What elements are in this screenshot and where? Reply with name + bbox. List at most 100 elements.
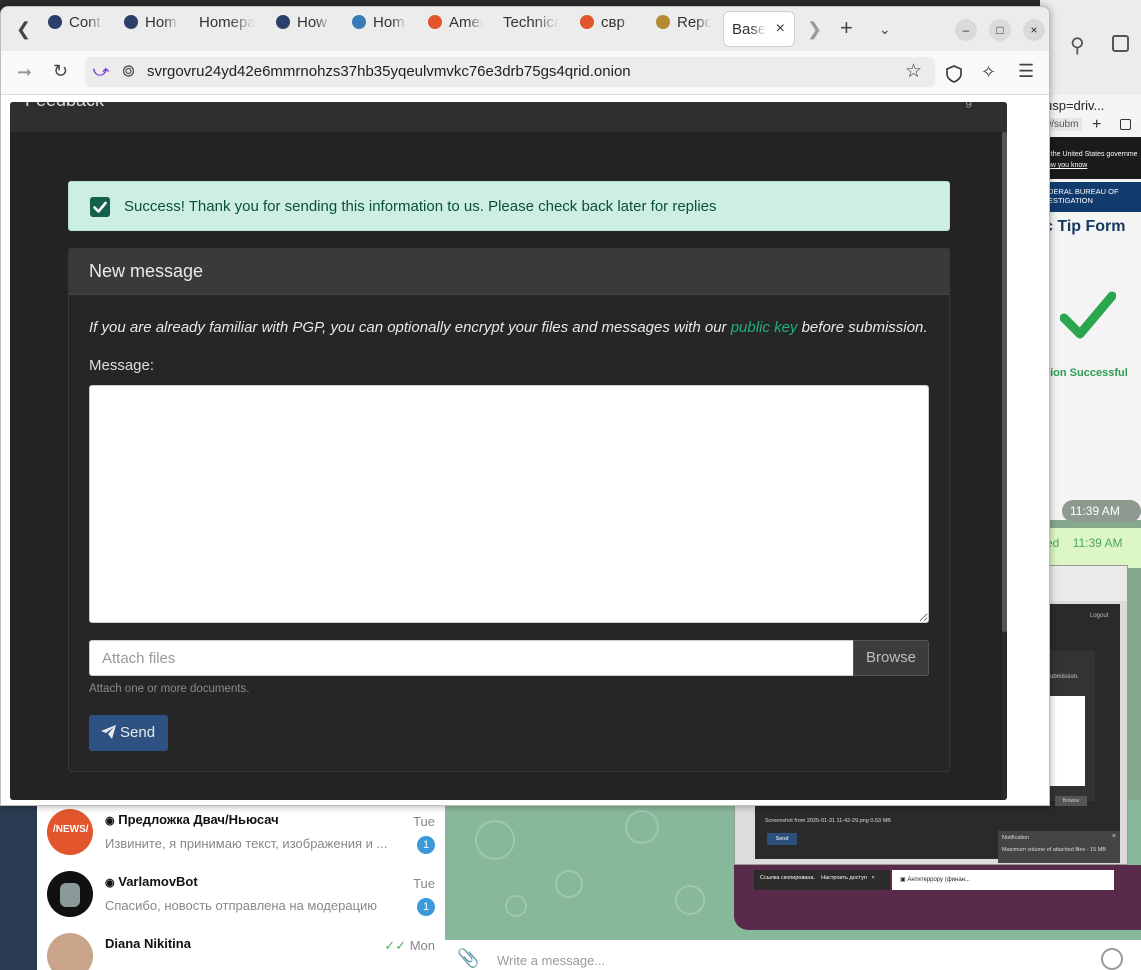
toast-text: Ссылка скопирована. [760,875,815,881]
tab[interactable]: Hom [124,14,179,47]
tip-form-title: c Tip Form [1044,218,1126,235]
new-tab-icon[interactable]: + [840,15,853,41]
sidebar-toggle-icon[interactable] [1112,35,1129,52]
bot-icon: ◉ [105,815,115,827]
file-chip[interactable]: ▣ Антитеррору (финан... [892,870,1114,890]
new-tab-icon[interactable]: + [1092,116,1101,134]
message-bubble: ed 11:39 AM [1040,528,1141,568]
tab[interactable]: Technica [503,14,559,47]
tab[interactable]: Hom [352,14,407,47]
attach-help-text: Attach one or more documents. [89,683,250,695]
reload-icon[interactable]: ↻ [53,61,68,82]
tab-scroll-right-icon[interactable]: ❯ [807,19,822,40]
public-key-link[interactable]: public key [731,319,798,336]
pgp-intro: If you are already familiar with PGP, yo… [89,319,928,336]
panel-header-text-cutoff: Feedback [25,102,104,111]
close-window-button[interactable]: × [1023,19,1045,41]
list-all-tabs-icon[interactable]: ⌄ [879,21,891,38]
avatar [47,933,93,970]
wallpaper-doodle [475,820,515,860]
fbi-seal-icon [48,15,62,29]
chat-preview: Спасибо, новость отправлена на модерацию [105,898,378,913]
message-composer: 📎 Write a message... [445,940,1141,970]
tab[interactable]: Cont [48,14,103,47]
panel-header: Feedback g [10,102,1007,132]
unread-badge: 1 [417,898,435,916]
gov-banner-text: of the United States governme [1043,151,1138,158]
file-upload-group: Attach files Browse [89,640,929,676]
wallpaper-doodle [625,810,659,844]
emoji-icon[interactable] [1101,948,1123,970]
message-textarea[interactable] [89,385,929,623]
forward-icon[interactable]: ➞ [17,62,32,83]
card-header: New message [69,249,949,295]
tor-circuit-icon[interactable]: ⤻ [93,63,109,80]
page-content: Feedback g Success! Thank you for sendin… [1,95,1049,805]
thumbnail-textarea [1045,696,1085,786]
attach-files-input[interactable]: Attach files [89,640,854,676]
tab[interactable]: Amer [428,14,483,47]
message-time: 11:39 AM [1062,500,1141,522]
wallpaper-doodle [555,870,583,898]
notification-title: Notification [1002,835,1030,841]
paper-plane-icon [101,725,116,739]
tab[interactable]: Repo [656,14,711,47]
bookmark-star-icon[interactable]: ☆ [905,60,922,83]
tab[interactable]: How [276,14,331,47]
gov-banner-link[interactable]: how you know [1043,160,1137,171]
tab-active[interactable]: Base × [723,11,795,47]
minimize-button[interactable]: – [955,19,977,41]
chat-time: ✓✓ Mon [384,938,435,953]
agency-line-1: EDERAL BUREAU OF [1043,187,1119,196]
new-identity-icon[interactable]: ✧ [981,62,996,83]
maximize-button[interactable]: □ [989,19,1011,41]
tab-bar: ❮ Cont Hom Homepa How Hom Amer Technica … [1,7,1049,51]
notification-text: Maximum volume of attached files - 15 MB [1002,847,1106,853]
url-bar[interactable]: ⤻ svrgovru24yd42e6mmrnohzs37hb35yqeulvmv… [85,57,935,87]
search-icon[interactable]: ⚲ [1070,33,1085,58]
browse-button[interactable]: Browse [853,640,929,676]
thumbnail-notification: Notification × Maximum volume of attache… [998,831,1120,863]
send-button[interactable]: Send [89,715,168,751]
chat-time: Tue [413,876,435,891]
globe-seal-icon [352,15,366,29]
chat-item[interactable]: Diana Nikitina ✓✓ Mon [37,926,445,970]
thumbnail-file: Screenshot from 2025-01-31 11-42-29.png … [765,818,891,824]
tab[interactable]: свр [580,14,635,47]
close-icon: × [1111,833,1116,840]
tab[interactable]: Homepa [199,14,255,47]
url-text[interactable]: svrgovru24yd42e6mmrnohzs37hb35yqeulvmvkc… [147,63,631,80]
wallpaper-doodle [675,885,705,915]
message-input[interactable]: Write a message... [497,953,605,968]
chat-preview: Извините, я принимаю текст, изображения … [105,836,388,851]
chat-item[interactable]: /NEWS/ ◉ Предложка Двач/Ньюсач Tue Извин… [37,802,445,864]
panel-header-link-cutoff: g [965,102,972,108]
gov-banner: of the United States governme how you kn… [1040,137,1141,179]
chat-item[interactable]: ◉ VarlamovBot Tue Спасибо, новость отпра… [37,864,445,926]
chat-name: ◉ VarlamovBot [105,874,198,889]
close-tab-icon[interactable]: × [776,20,785,38]
chat-list: /NEWS/ ◉ Предложка Двач/Ньюсач Tue Извин… [37,800,445,970]
message-label: Message: [89,357,155,374]
background-url-fragment: usp=driv... [1045,98,1105,113]
menu-icon[interactable]: ☰ [1018,61,1034,82]
duckduckgo-icon [428,15,442,29]
tab-scroll-left-icon[interactable]: ❮ [16,19,31,40]
background-browser-window: ⚲ usp=driv... w/subm + of the United Sta… [1040,0,1141,520]
thumbnail-text: ubmission. [1050,674,1079,680]
scrollbar-thumb[interactable] [1002,132,1007,632]
thumbnail-send: Send [767,833,797,845]
checkmark-icon [1060,291,1116,339]
fbi-seal-icon [124,15,138,29]
message-time: 11:39 AM [1072,536,1123,550]
submission-success-text: sion Successful [1044,367,1128,379]
shield-icon[interactable] [946,65,962,83]
eagle-emblem-icon [656,15,670,29]
tab-overview-icon[interactable] [1120,119,1131,130]
onion-lock-icon[interactable] [123,64,134,78]
toast-action[interactable]: Настроить доступ [821,875,867,881]
attach-icon[interactable]: 📎 [457,948,479,969]
agency-line-2: VESTIGATION [1043,196,1093,205]
unread-badge: 1 [417,836,435,854]
chat-time: Tue [413,814,435,829]
